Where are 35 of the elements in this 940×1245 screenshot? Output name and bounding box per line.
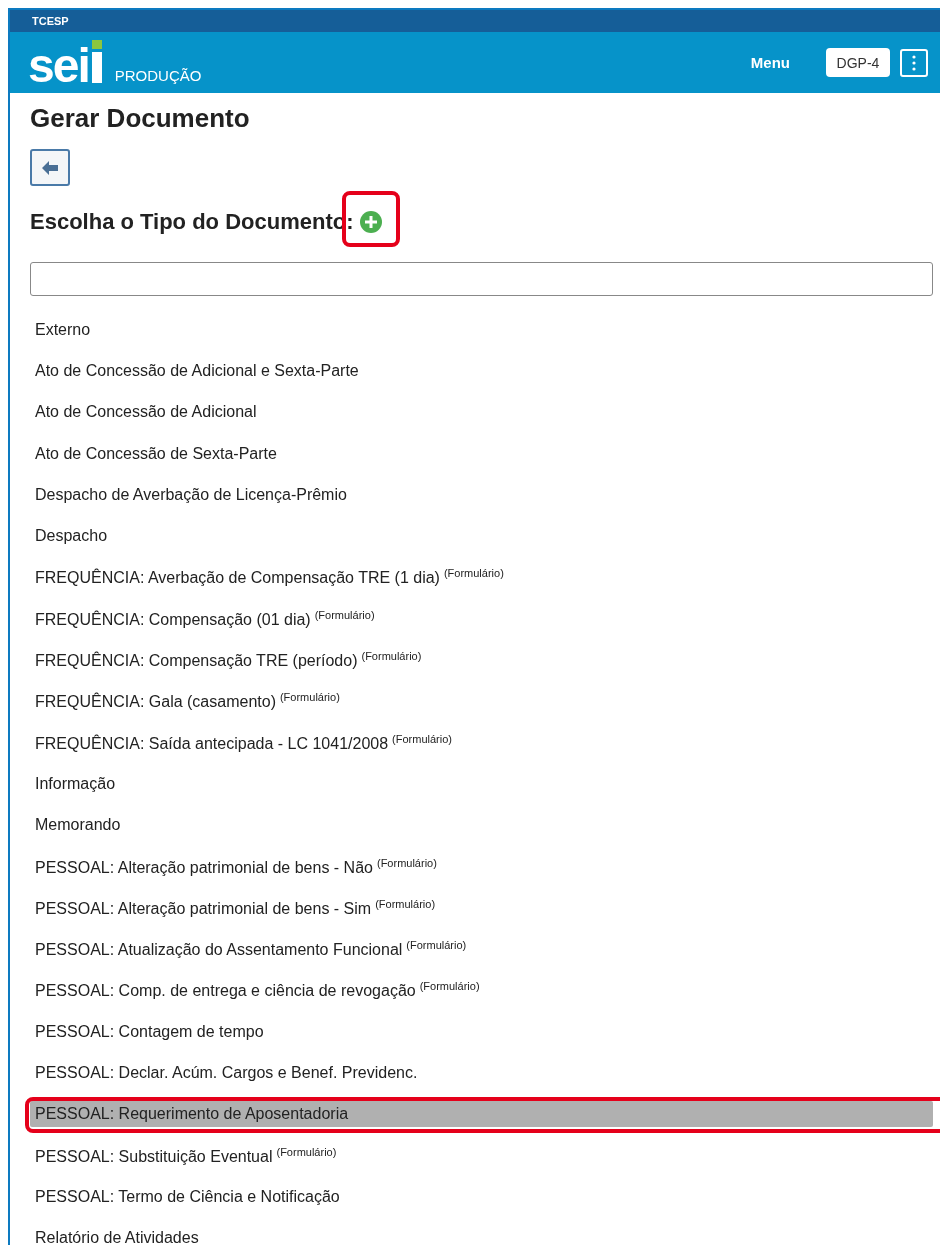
document-type-item[interactable]: Externo	[30, 316, 933, 343]
left-arrow-icon	[42, 160, 58, 175]
document-type-item[interactable]: Despacho de Averbação de Licença-Prêmio	[30, 481, 933, 508]
logo-text: sei	[28, 43, 89, 88]
document-type-item[interactable]: PESSOAL: Substituição Eventual $^{(Formulário)}$	[30, 1141, 933, 1170]
document-type-item[interactable]: PESSOAL: Contagem de tempo	[30, 1018, 933, 1045]
org-name: TCESP	[32, 15, 69, 27]
environment-label: PRODUÇÃO	[114, 66, 202, 84]
document-type-item[interactable]: PESSOAL: Alteração patrimonial de bens - Sim $^{(Formulário)}$	[30, 893, 933, 922]
document-type-item[interactable]: PESSOAL: Alteração patrimonial de bens - Não $^{(Formulário)}$	[30, 852, 933, 881]
document-type-item[interactable]: Informação	[30, 770, 933, 797]
unit-button[interactable]: DGP-4	[826, 48, 890, 77]
document-type-item[interactable]: Relatório de Atividades	[30, 1225, 933, 1245]
back-button[interactable]	[30, 149, 70, 186]
document-type-item[interactable]: PESSOAL: Comp. de entrega e ciência de revogação $^{(Formulário)}$	[30, 976, 933, 1005]
page-title: Gerar Documento	[30, 103, 251, 134]
document-type-item[interactable]: Despacho	[30, 523, 933, 550]
search-field[interactable]	[30, 262, 933, 296]
document-type-item[interactable]: PESSOAL: Requerimento de Aposentadoria	[30, 1101, 933, 1128]
document-type-item[interactable]: Memorando	[30, 812, 933, 839]
document-type-item[interactable]: PESSOAL: Atualização do Assentamento Funcional $^{(Formulário)}$	[30, 935, 933, 964]
more-icon	[912, 54, 916, 71]
document-type-item[interactable]: PESSOAL: Declar. Acúm. Cargos e Benef. Previdenc.	[30, 1060, 933, 1086]
document-type-item[interactable]: FREQUÊNCIA: Gala (casamento) $^{(Formulário)}$	[30, 687, 933, 716]
more-button[interactable]	[900, 48, 928, 77]
document-type-item[interactable]: PESSOAL: Termo de Ciência e Notificação	[30, 1183, 933, 1210]
document-type-item[interactable]: Ato de Concessão de Sexta-Parte	[30, 440, 933, 467]
document-type-item[interactable]: FREQUÊNCIA: Averbação de Compensação TRE (1 dia) $^{(Formulário)}$	[30, 563, 933, 592]
document-type-item[interactable]: FREQUÊNCIA: Compensação TRE (período) $^{(Formulário)}$	[30, 646, 933, 674]
document-type-item[interactable]: FREQUÊNCIA: Compensação (01 dia) $^{(Formulário)}$	[30, 604, 933, 633]
document-type-item[interactable]: Ato de Concessão de Adicional	[30, 399, 933, 426]
exclamation-icon	[90, 39, 103, 84]
document-type-item[interactable]: FREQUÊNCIA: Saída antecipada - LC 1041/2008 $^{(Formulário)}$	[30, 728, 933, 757]
document-type-item[interactable]: Ato de Concessão de Adicional e Sexta-Parte	[30, 357, 933, 384]
add-icon[interactable]	[359, 211, 382, 233]
